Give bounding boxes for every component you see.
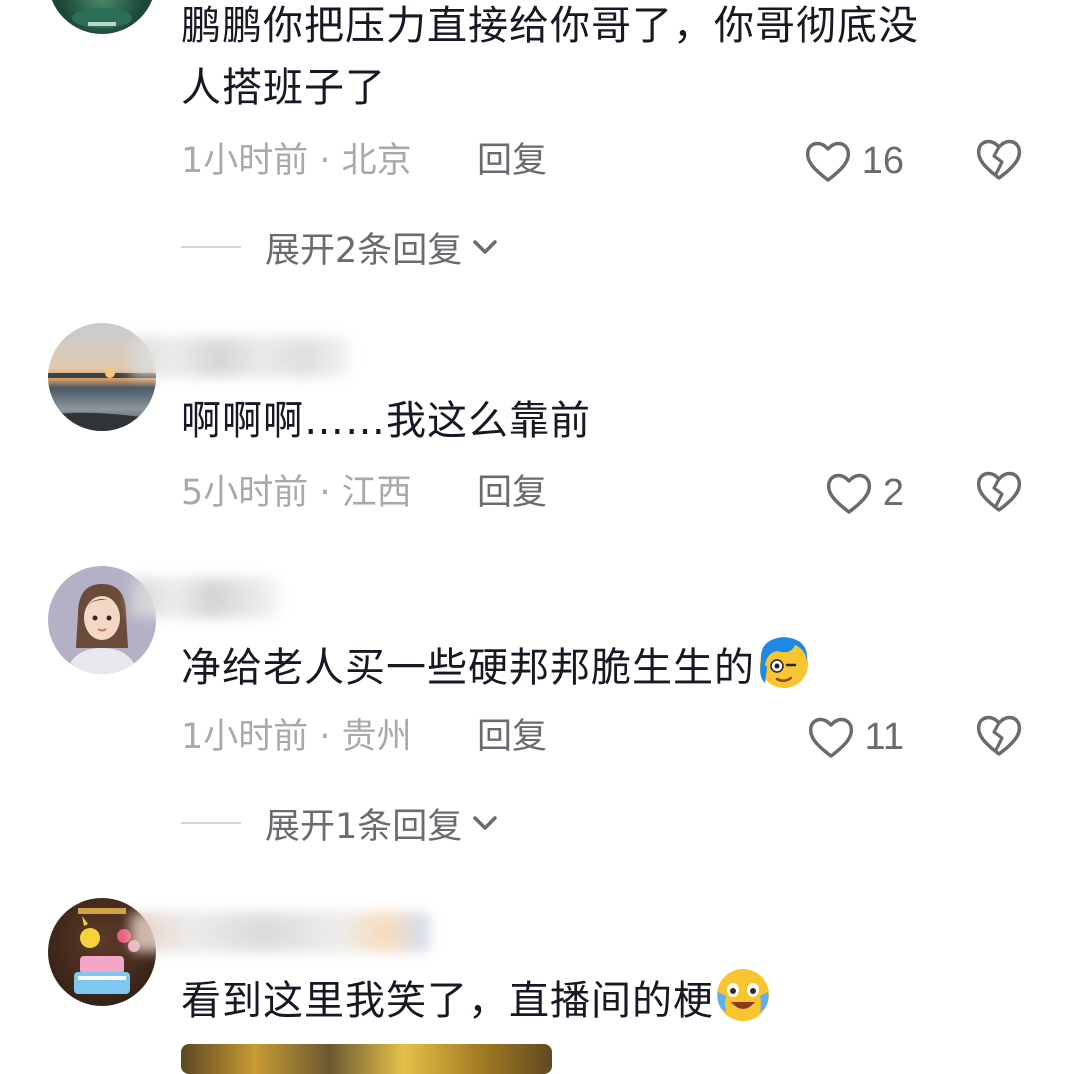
username[interactable] bbox=[130, 578, 280, 618]
comment-meta: 5小时前 · 江西 bbox=[181, 473, 412, 513]
expand-replies-button[interactable]: 展开1条回复 bbox=[181, 798, 500, 848]
like-count: 16 bbox=[861, 139, 904, 182]
expand-replies-label: 展开2条回复 bbox=[265, 230, 463, 271]
reply-button[interactable]: 回复 bbox=[477, 712, 547, 762]
comment-text: 鹏鹏你把压力直接给你哥了，你哥彻底没 人搭班子了 bbox=[181, 3, 919, 111]
comment-image[interactable] bbox=[181, 1044, 552, 1074]
chevron-down-icon bbox=[473, 240, 498, 254]
broken-heart-icon[interactable] bbox=[974, 466, 1024, 516]
reply-button[interactable]: 回复 bbox=[477, 136, 547, 186]
like-button[interactable]: 11 bbox=[807, 712, 904, 762]
divider bbox=[181, 822, 241, 824]
expand-replies-label: 展开1条回复 bbox=[265, 806, 463, 847]
reply-button[interactable]: 回复 bbox=[477, 468, 547, 518]
like-count: 2 bbox=[882, 471, 904, 514]
like-button[interactable]: 16 bbox=[804, 136, 904, 186]
heart-outline-icon bbox=[805, 141, 850, 182]
heart-outline-icon bbox=[808, 717, 853, 758]
divider bbox=[181, 246, 241, 248]
anime-face-emoji bbox=[760, 637, 808, 688]
username[interactable] bbox=[130, 337, 350, 377]
broken-heart-icon[interactable] bbox=[974, 710, 1024, 760]
heart-outline-icon bbox=[826, 473, 871, 514]
comment-text: 啊啊啊……我这么靠前 bbox=[181, 398, 591, 444]
comment-text: 看到这里我笑了，直播间的梗 bbox=[181, 966, 1021, 1032]
username[interactable] bbox=[130, 912, 430, 952]
chevron-down-icon bbox=[473, 816, 498, 830]
avatar-image bbox=[72, 8, 132, 28]
like-count: 11 bbox=[864, 715, 904, 758]
comment-text: 净给老人买一些硬邦邦脆生生的 bbox=[181, 633, 1021, 699]
like-button[interactable]: 2 bbox=[825, 468, 904, 518]
broken-heart-icon[interactable] bbox=[974, 134, 1024, 184]
crying-laughing-emoji bbox=[717, 969, 769, 1021]
avatar[interactable] bbox=[48, 0, 156, 34]
expand-replies-button[interactable]: 展开2条回复 bbox=[181, 222, 500, 272]
comment-meta: 1小时前 · 北京 bbox=[181, 141, 412, 181]
comment-meta: 1小时前 · 贵州 bbox=[181, 717, 412, 757]
